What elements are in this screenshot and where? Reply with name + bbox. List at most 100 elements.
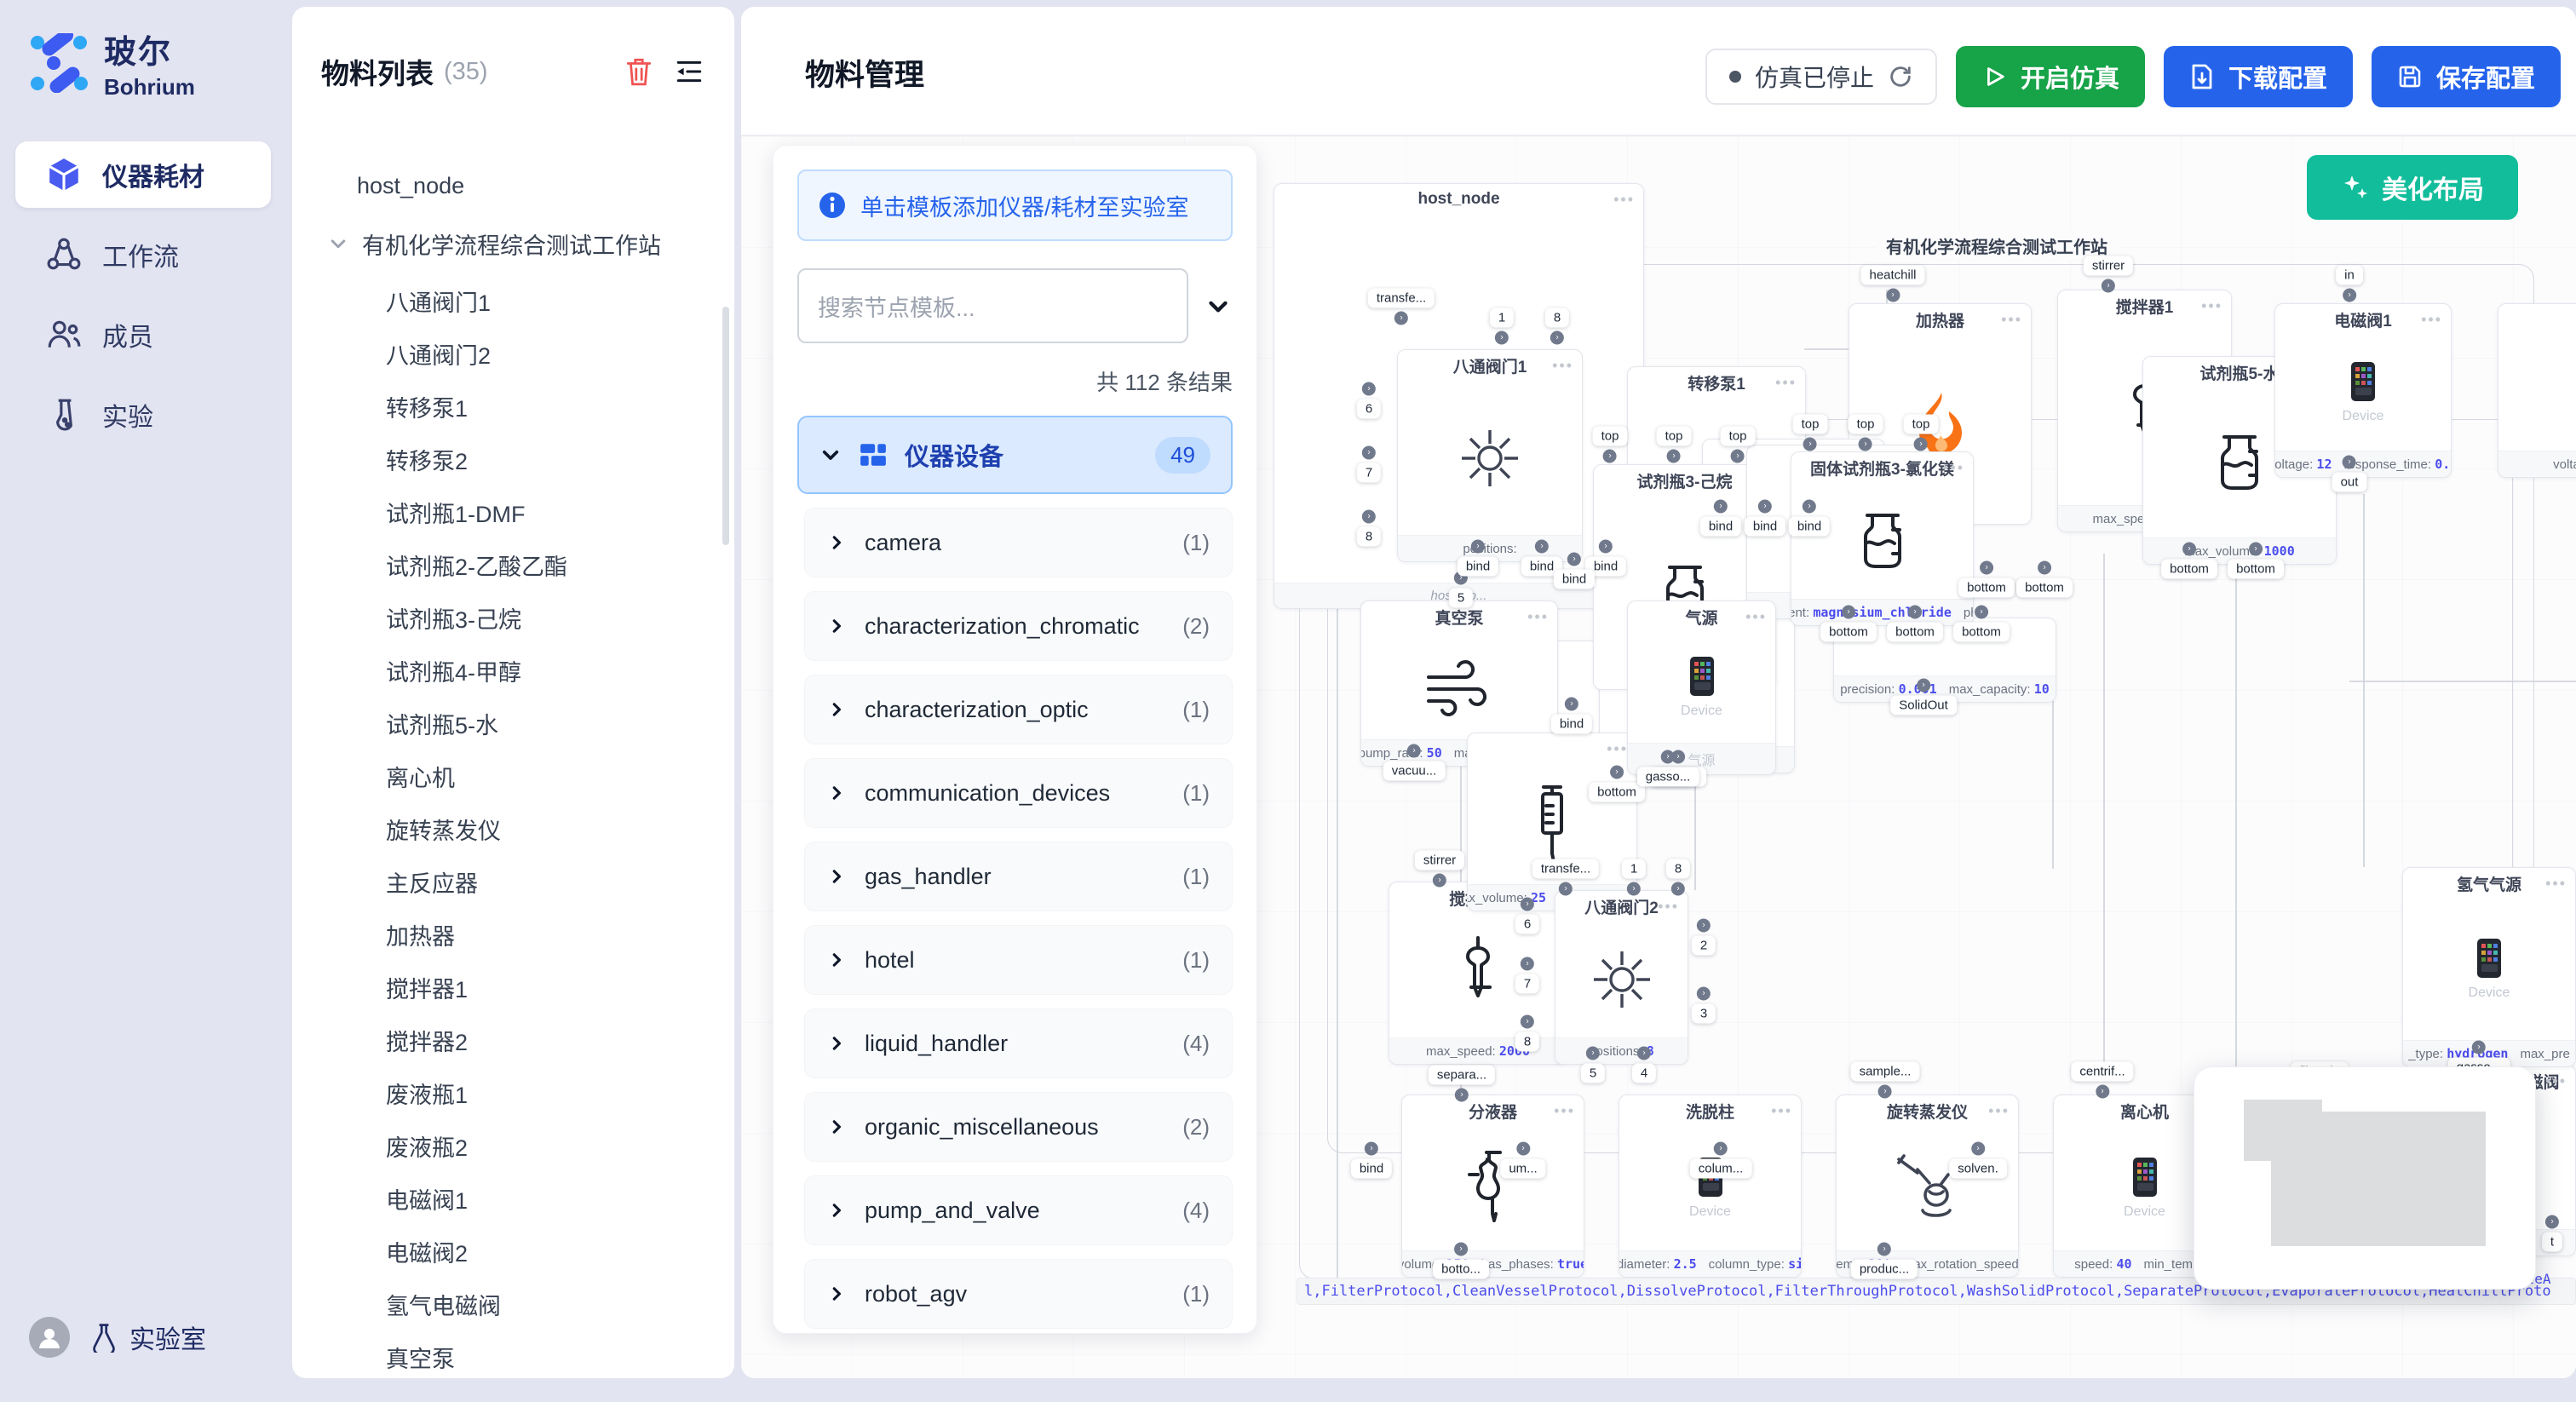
node-menu-icon[interactable]: •••: [1552, 357, 1573, 375]
tree-item[interactable]: 转移泵1: [292, 385, 734, 428]
port-chip-bind[interactable]: bind›: [1789, 517, 1830, 537]
canvas-node-分液器[interactable]: 分液器•••volume: 250has_phases: true: [1401, 1095, 1584, 1278]
canvas-node-电磁阀1[interactable]: 电磁阀1•••Devicevoltage: 12response_time: 0…: [2274, 303, 2452, 478]
sidebar-item-instruments[interactable]: 仪器耗材: [15, 141, 271, 208]
tree-item[interactable]: 试剂瓶5-水: [292, 702, 734, 744]
port-chip-top[interactable]: top›: [1904, 415, 1939, 434]
node-menu-icon[interactable]: •••: [1607, 740, 1628, 758]
category-organic_miscellaneous[interactable]: organic_miscellaneous(2): [804, 1092, 1233, 1162]
category-instruments[interactable]: 仪器设备 49: [797, 416, 1233, 494]
category-communication_devices[interactable]: communication_devices(1): [804, 758, 1233, 828]
port-chip-bottom[interactable]: bottom›: [1958, 578, 2015, 598]
materials-scrollbar[interactable]: [722, 307, 729, 545]
port-chip-colum[interactable]: colum...›: [1690, 1159, 1752, 1179]
tree-item[interactable]: 真空泵: [292, 1336, 734, 1378]
port-chip-sample[interactable]: sample...›: [1851, 1062, 1920, 1082]
canvas-node-洗脱柱[interactable]: 洗脱柱•••Devicediameter: 2.5column_type: si: [1619, 1095, 1802, 1278]
canvas-node-fragment[interactable]: •••voltage: 12: [2498, 303, 2576, 478]
lab-switcher[interactable]: 实验室: [89, 1319, 206, 1356]
node-menu-icon[interactable]: •••: [1745, 608, 1767, 626]
node-menu-icon[interactable]: •••: [1943, 459, 1964, 477]
category-characterization_optic[interactable]: characterization_optic(1): [804, 675, 1233, 744]
port-chip-transfe[interactable]: transfe...›: [1532, 859, 1599, 879]
avatar[interactable]: [29, 1317, 70, 1358]
port-chip-bottom[interactable]: bottom›: [2161, 560, 2217, 579]
port-chip-bottom[interactable]: bottom›: [1820, 623, 1877, 642]
category-camera[interactable]: camera(1): [804, 508, 1233, 577]
canvas-node-旋转蒸发仪[interactable]: 旋转蒸发仪•••temp: 180max_rotation_speed:: [1836, 1095, 2019, 1278]
port-chip-8[interactable]: 8›: [1515, 1032, 1539, 1052]
category-hotel[interactable]: hotel(1): [804, 925, 1233, 995]
tree-item[interactable]: 废液瓶1: [292, 1072, 734, 1114]
tree-item[interactable]: 旋转蒸发仪: [292, 807, 734, 850]
sidebar-item-experiments[interactable]: 实验: [15, 382, 271, 448]
port-chip-bind[interactable]: bind›: [1700, 517, 1741, 537]
tree-item[interactable]: 八通阀门2: [292, 332, 734, 375]
tree-item[interactable]: 离心机: [292, 755, 734, 797]
port-chip-bottom[interactable]: bottom›: [2228, 560, 2284, 579]
port-chip-7[interactable]: 7›: [1357, 463, 1381, 483]
start-simulation-button[interactable]: 开启仿真: [1956, 46, 2145, 107]
port-chip-6[interactable]: 6›: [1515, 915, 1539, 934]
port-chip-1[interactable]: 1›: [1490, 308, 1514, 328]
tree-item[interactable]: 搅拌器2: [292, 1019, 734, 1061]
port-chip-top[interactable]: top›: [1849, 415, 1883, 434]
tree-item[interactable]: 试剂瓶3-己烷: [292, 596, 734, 639]
canvas-node-八通阀门2[interactable]: 八通阀门2•••positions: 8: [1555, 890, 1688, 1065]
tree-item[interactable]: 搅拌器1: [292, 966, 734, 1008]
download-config-button[interactable]: 下载配置: [2164, 46, 2353, 107]
port-chip-bottom[interactable]: bottom›: [1953, 623, 2010, 642]
tree-item[interactable]: 转移泵2: [292, 438, 734, 480]
port-chip-top[interactable]: top›: [1593, 427, 1628, 446]
search-input[interactable]: 搜索节点模板...: [797, 268, 1188, 343]
node-menu-icon[interactable]: •••: [2545, 875, 2567, 893]
collapse-all-icon[interactable]: [1204, 291, 1233, 320]
node-menu-icon[interactable]: •••: [2545, 1072, 2567, 1090]
port-chip-bind[interactable]: bind›: [1351, 1159, 1392, 1179]
port-chip-produc[interactable]: produc...›: [1851, 1260, 1918, 1279]
sidebar-item-members[interactable]: 成员: [15, 302, 271, 368]
tree-item[interactable]: 八通阀门1: [292, 279, 734, 322]
port-chip-stirrer[interactable]: stirrer›: [2084, 256, 2133, 276]
port-chip-t[interactable]: t›: [2542, 1232, 2562, 1252]
category-liquid_handler[interactable]: liquid_handler(4): [804, 1008, 1233, 1078]
node-menu-icon[interactable]: •••: [2201, 297, 2222, 315]
port-chip-bottom[interactable]: bottom›: [1589, 783, 1645, 802]
port-chip-5[interactable]: 5›: [1449, 589, 1473, 608]
tree-item-host-node[interactable]: host_node: [292, 164, 734, 207]
port-chip-um[interactable]: um...›: [1500, 1159, 1545, 1179]
tree-item[interactable]: 氢气电磁阀: [292, 1283, 734, 1325]
port-chip-solven[interactable]: solven.›: [1949, 1159, 2007, 1179]
port-chip-transfe[interactable]: transfe...›: [1368, 289, 1435, 308]
port-chip-bind[interactable]: bind›: [1554, 570, 1595, 589]
canvas-node-八通阀门1[interactable]: 八通阀门1•••positions:: [1397, 349, 1583, 562]
node-menu-icon[interactable]: •••: [2421, 311, 2442, 329]
trash-icon[interactable]: [624, 56, 654, 87]
port-chip-8[interactable]: 8›: [1666, 859, 1690, 879]
node-menu-icon[interactable]: •••: [1775, 374, 1797, 392]
port-chip-out[interactable]: out›: [2332, 473, 2367, 492]
node-menu-icon[interactable]: •••: [1527, 608, 1549, 626]
port-chip-botto[interactable]: botto...›: [1433, 1260, 1489, 1279]
node-menu-icon[interactable]: •••: [2001, 311, 2022, 329]
port-chip-4[interactable]: 4›: [1632, 1064, 1656, 1083]
port-chip-SolidOut[interactable]: SolidOut›: [1890, 696, 1957, 715]
port-chip-7[interactable]: 7›: [1515, 974, 1539, 994]
port-chip-8[interactable]: 8›: [1357, 527, 1381, 547]
canvas-node-fragment[interactable]: •••max_volume: 25transfer_rate: 10: [1467, 733, 1637, 911]
category-gas_handler[interactable]: gas_handler(1): [804, 842, 1233, 911]
port-chip-in[interactable]: in›: [2336, 266, 2363, 285]
port-chip-5[interactable]: 5›: [1581, 1064, 1605, 1083]
tree-group-workstation[interactable]: 有机化学流程综合测试工作站: [292, 222, 734, 265]
node-menu-icon[interactable]: •••: [1554, 1102, 1575, 1120]
sidebar-item-workflow[interactable]: 工作流: [15, 221, 271, 288]
port-chip-top[interactable]: top›: [1657, 427, 1692, 446]
category-characterization_chromatic[interactable]: characterization_chromatic(2): [804, 591, 1233, 661]
port-chip-8[interactable]: 8›: [1545, 308, 1569, 328]
node-menu-icon[interactable]: •••: [1771, 1102, 1792, 1120]
tree-item[interactable]: 试剂瓶2-乙酸乙酯: [292, 543, 734, 586]
collapse-list-icon[interactable]: [673, 57, 705, 86]
port-chip-heatchill[interactable]: heatchill›: [1860, 266, 1924, 285]
tree-item[interactable]: 主反应器: [292, 860, 734, 903]
node-menu-icon[interactable]: •••: [1613, 191, 1635, 209]
